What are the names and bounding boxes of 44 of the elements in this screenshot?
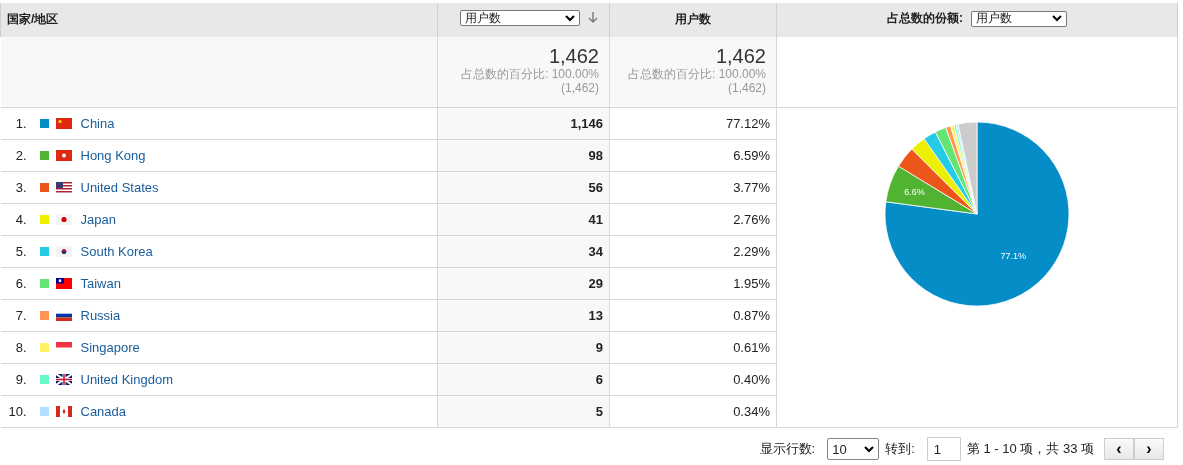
row-rank: 2. <box>14 148 27 163</box>
column-header: 国家/地区 <box>7 12 59 26</box>
total-percent: 占总数的百分比: 100.00% <box>459 67 599 81</box>
table-cell: 29 <box>437 267 610 300</box>
row-rank: 6. <box>14 276 27 291</box>
total-value: 1,462 <box>714 45 766 67</box>
total-count: (1,462) <box>559 81 599 95</box>
table-cell: 34 <box>437 235 610 268</box>
total-count: (1,462) <box>726 81 766 95</box>
row-rank: 8. <box>14 340 27 355</box>
page-range: 第 1 - 10 项，共 33 项 <box>966 440 1094 458</box>
row-rank: 5. <box>14 244 27 259</box>
row-rank: 9. <box>14 372 27 387</box>
total-value: 1,462 <box>547 45 599 67</box>
table-cell: 13 <box>437 299 610 332</box>
table-cell: 0.87% <box>609 299 777 332</box>
row-rank: 4. <box>14 212 27 227</box>
share-label: 占总数的份额: <box>887 10 963 27</box>
row-rank: 3. <box>14 180 27 195</box>
row-rank: 10. <box>7 404 27 419</box>
table-cell: 6.59% <box>609 139 777 172</box>
total-percent: 占总数的百分比: 100.00% <box>626 67 766 81</box>
rows-label: 显示行数: <box>759 440 816 458</box>
table-cell: 2.29% <box>609 235 777 268</box>
table-cell: 98 <box>437 139 610 172</box>
row-rank: 1. <box>14 116 27 131</box>
column-header: 用户数 <box>675 12 711 26</box>
table-cell: 77.12% <box>609 107 777 140</box>
table-cell: 0.34% <box>609 395 777 428</box>
table-cell: 0.61% <box>609 331 777 364</box>
table-cell: 0.40% <box>609 363 777 396</box>
table-cell: 3.77% <box>609 171 777 204</box>
table-cell: 1,146 <box>437 107 610 140</box>
table-cell: 5 <box>437 395 610 428</box>
table-cell: 56 <box>437 171 610 204</box>
table-cell: 9 <box>437 331 610 364</box>
slice-label: 77.1% <box>1000 250 1027 261</box>
table-cell: 1.95% <box>609 267 777 300</box>
table-cell: 2.76% <box>609 203 777 236</box>
table-cell: 6 <box>437 363 610 396</box>
slice-label: 6.6% <box>904 186 925 197</box>
row-rank: 7. <box>14 308 27 323</box>
table-cell: 41 <box>437 203 610 236</box>
goto-label: 转到: <box>885 440 915 458</box>
